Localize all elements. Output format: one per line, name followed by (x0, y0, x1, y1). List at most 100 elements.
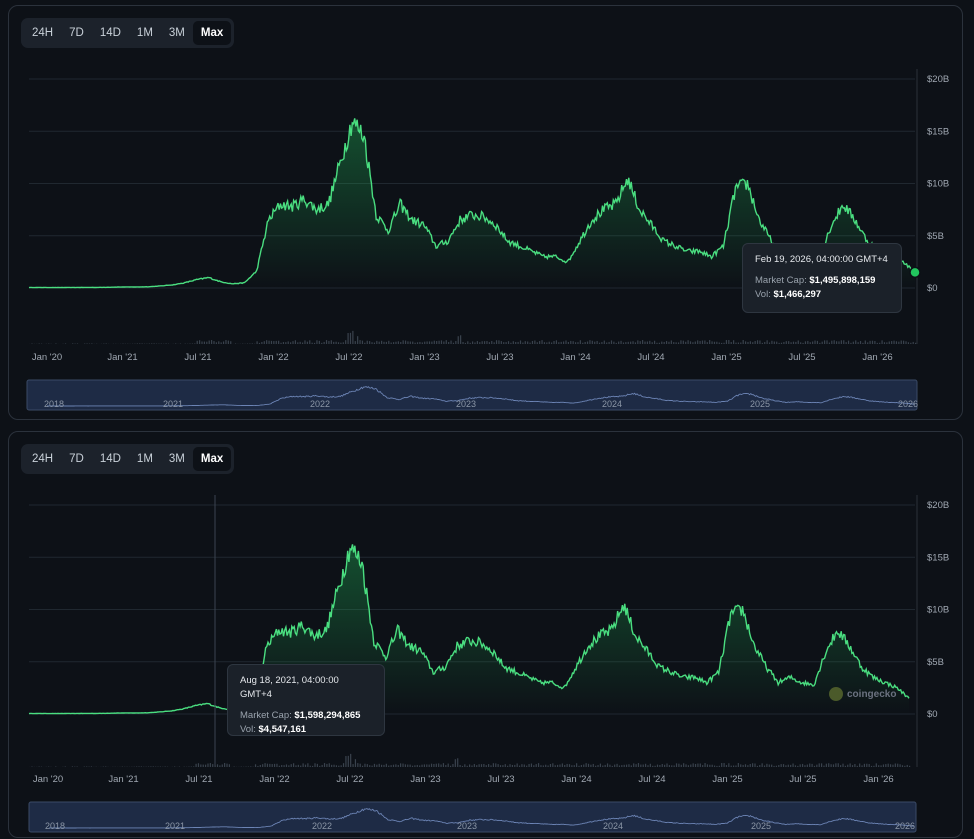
volume-bar (347, 333, 348, 344)
volume-bar (861, 765, 862, 767)
volume-bar (671, 340, 672, 344)
x-tick-label: Jul '23 (486, 352, 513, 363)
y-tick-label: $15B (927, 552, 949, 563)
volume-bar (450, 766, 451, 767)
volume-bar (501, 341, 502, 344)
volume-bar (500, 765, 501, 767)
volume-bar (446, 340, 447, 344)
volume-bar (909, 766, 910, 767)
volume-bar (223, 341, 224, 344)
volume-bar (719, 766, 720, 767)
volume-bar (578, 766, 579, 767)
volume-bar (412, 766, 413, 767)
navigator-tick-label: 2024 (603, 821, 623, 831)
volume-bar (582, 343, 583, 344)
volume-bar (595, 766, 596, 767)
volume-bar (443, 341, 444, 344)
volume-bar (570, 341, 571, 344)
volume-bar (476, 765, 477, 767)
volume-bar (283, 342, 284, 344)
volume-bar (901, 340, 902, 344)
volume-bar (514, 765, 515, 767)
volume-bar (197, 341, 198, 344)
volume-bar (586, 763, 587, 767)
volume-bar (520, 340, 521, 344)
volume-bar (567, 764, 568, 767)
volume-bar (450, 341, 451, 344)
volume-bar (716, 766, 717, 767)
x-tick-label: Jan '25 (712, 774, 742, 785)
volume-bar (367, 764, 368, 767)
y-tick-label: $20B (927, 500, 949, 511)
volume-bar (569, 764, 570, 767)
volume-bar (735, 343, 736, 344)
volume-bar (319, 766, 320, 767)
volume-bar (562, 763, 563, 767)
volume-bar (697, 764, 698, 767)
volume-bar (873, 766, 874, 767)
volume-bar (293, 763, 294, 767)
volume-bar (874, 341, 875, 344)
volume-bar (267, 764, 268, 767)
volume-bar (421, 765, 422, 767)
volume-bar (726, 765, 727, 767)
volume-bar (204, 342, 205, 344)
volume-bar (781, 343, 782, 344)
volume-bar (764, 766, 765, 767)
volume-bar (878, 765, 879, 767)
x-tick-label: Jan '24 (561, 774, 591, 785)
volume-bar (405, 341, 406, 344)
volume-bar (807, 765, 808, 767)
volume-bar (594, 342, 595, 344)
y-tick-label: $20B (927, 74, 949, 85)
volume-bar (605, 765, 606, 767)
volume-bar (702, 341, 703, 344)
volume-bar (642, 340, 643, 344)
volume-bar (505, 764, 506, 767)
volume-bar (455, 759, 456, 767)
volume-bar (857, 766, 858, 767)
volume-bar (583, 765, 584, 767)
volume-bar (740, 342, 741, 344)
market-cap-chart-bottom[interactable]: $20B$15B$10B$5B$0Jan '20Jan '21Jul '21Ja… (9, 432, 964, 839)
volume-bar (580, 340, 581, 344)
volume-bar (606, 343, 607, 344)
volume-bar (781, 764, 782, 767)
volume-bar (573, 341, 574, 344)
volume-bar (174, 766, 175, 767)
volume-bar (329, 763, 330, 767)
volume-bar (585, 342, 586, 344)
volume-bar (369, 765, 370, 767)
volume-bar (811, 764, 812, 767)
volume-bar (723, 763, 724, 767)
volume-bar (685, 764, 686, 767)
volume-bar (386, 342, 387, 344)
volume-bar (359, 340, 360, 344)
volume-bar (268, 341, 269, 344)
volume-bar (536, 764, 537, 767)
volume-bar (769, 764, 770, 767)
volume-bar (443, 763, 444, 767)
market-cap-chart-top[interactable]: $20B$15B$10B$5B$0Jan '20Jan '21Jul '21Ja… (9, 6, 964, 421)
volume-bar (532, 341, 533, 344)
volume-bar (850, 343, 851, 344)
volume-bar (695, 342, 696, 344)
volume-bar (802, 343, 803, 344)
navigator-tick-label: 2025 (750, 399, 770, 409)
volume-bar (193, 766, 194, 767)
volume-bar (393, 765, 394, 767)
volume-bar (788, 341, 789, 344)
volume-bar (683, 763, 684, 767)
x-tick-label: Jul '23 (487, 774, 514, 785)
volume-bar (712, 765, 713, 767)
volume-bar (326, 340, 327, 344)
volume-bar (853, 342, 854, 344)
y-tick-label: $0 (927, 283, 938, 294)
volume-bar (273, 341, 274, 344)
volume-bar (681, 765, 682, 767)
volume-bar (343, 342, 344, 344)
volume-bar (433, 764, 434, 767)
volume-bar (888, 764, 889, 767)
volume-bar (612, 766, 613, 767)
volume-bar (292, 341, 293, 344)
